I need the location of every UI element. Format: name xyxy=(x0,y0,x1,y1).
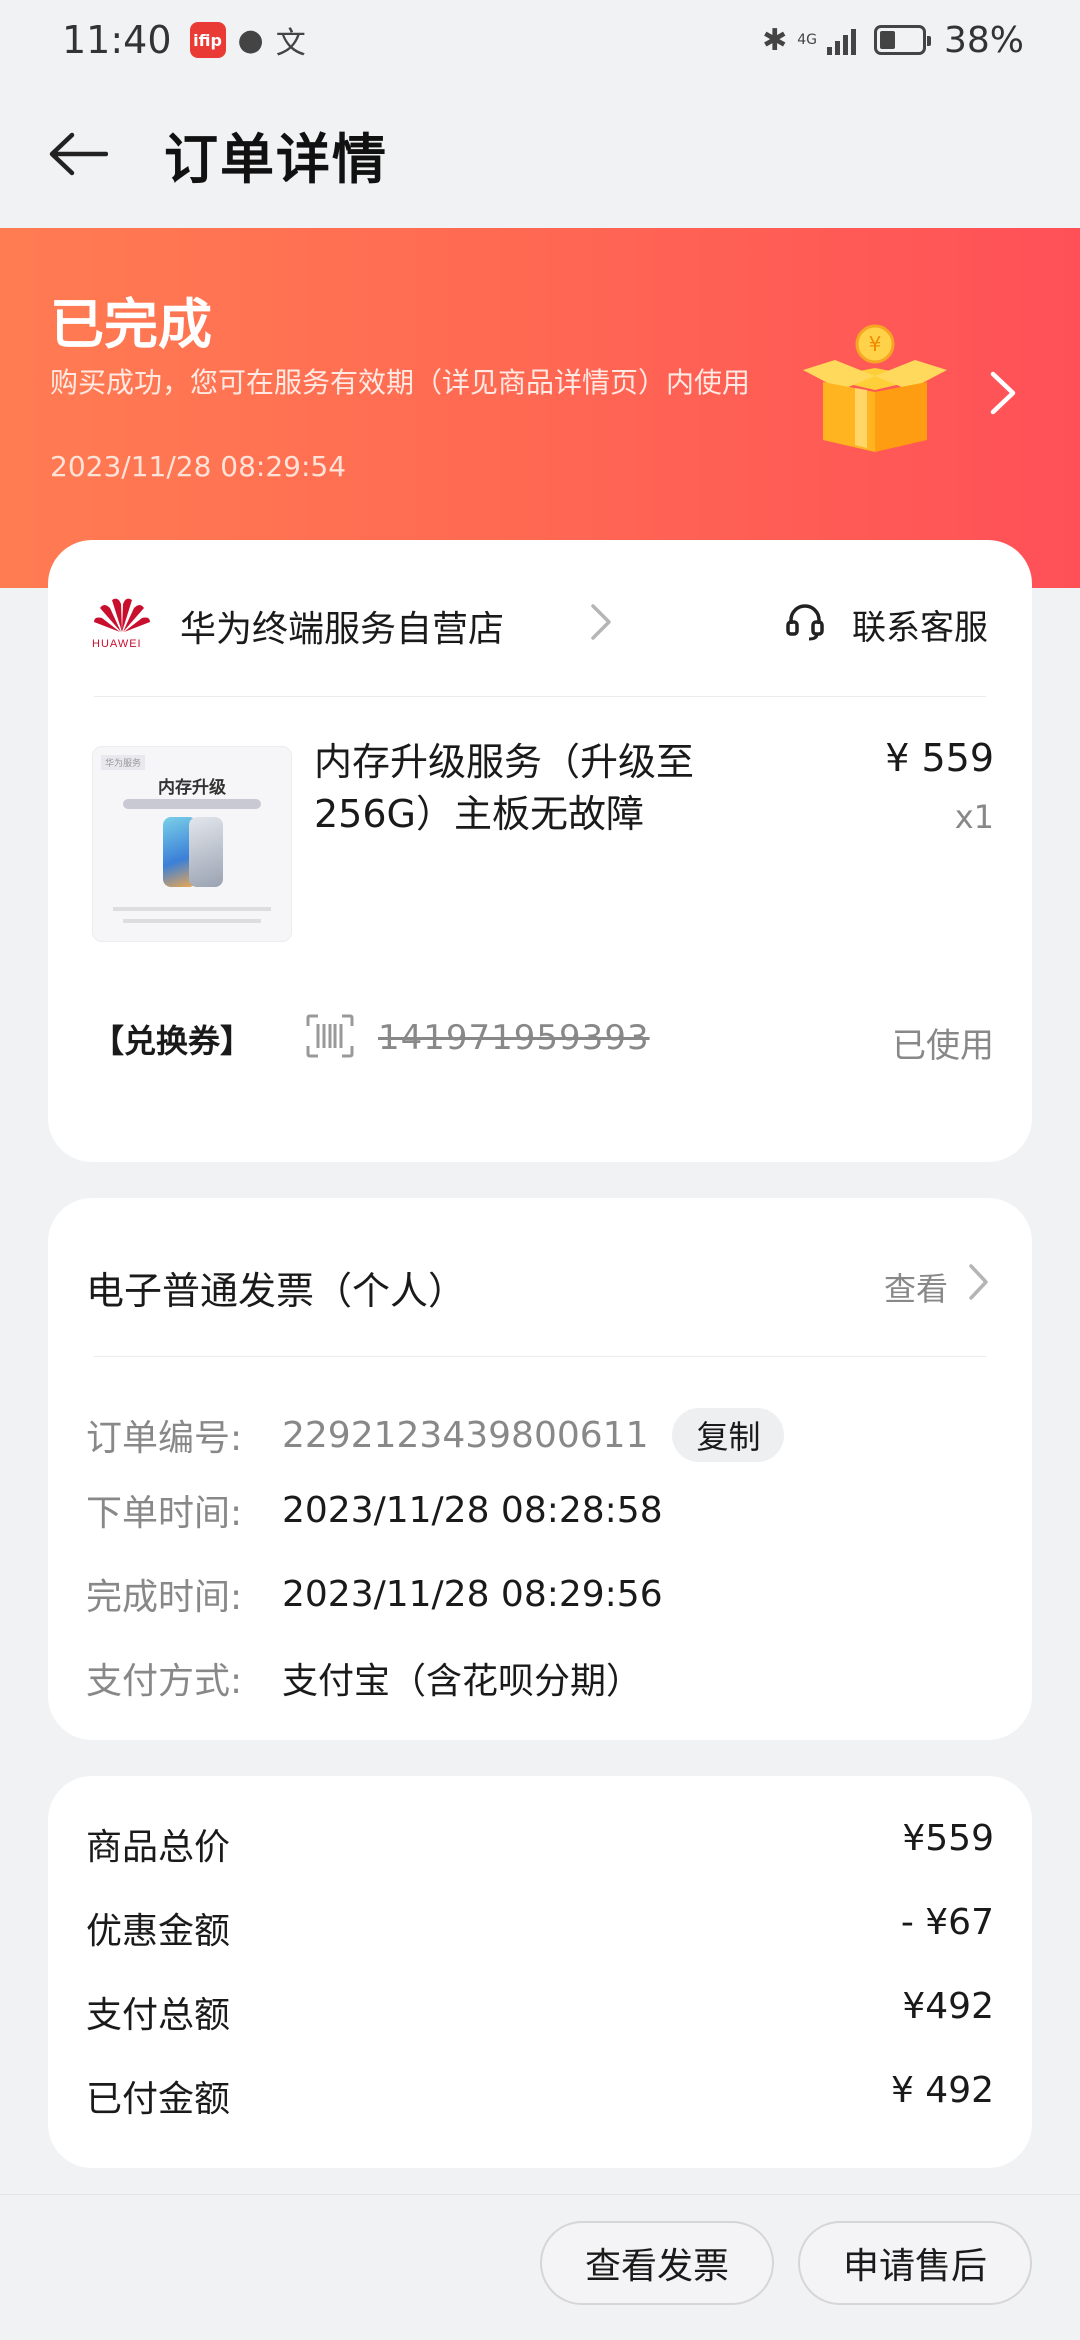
order-number-row: 订单编号: 2292123439800611 复制 xyxy=(86,1408,785,1462)
contact-service-button[interactable]: 联系客服 xyxy=(852,600,988,649)
page-title: 订单详情 xyxy=(164,127,388,191)
price-label: 优惠金额 xyxy=(86,1911,231,1952)
copy-button[interactable]: 复制 xyxy=(672,1408,785,1462)
price-value: ¥ 492 xyxy=(890,2070,994,2111)
chat-bubble-icon: ● xyxy=(237,22,264,58)
product-image-title: 内存升级 xyxy=(158,778,226,798)
order-number-label: 订单编号: xyxy=(86,1418,243,1459)
price-row-total: 商品总价 ¥559 xyxy=(86,1818,994,1870)
order-status-description: 购买成功，您可在服务有效期（详见商品详情页）内使用 xyxy=(50,366,751,399)
voucher-status: 已使用 xyxy=(892,1026,994,1066)
huawei-logo-icon xyxy=(94,598,150,632)
status-time: 11:40 xyxy=(62,18,172,62)
divider xyxy=(94,696,986,697)
store-row: HUAWEI 华为终端服务自营店 联系客服 xyxy=(48,540,1032,696)
gift-box-icon: ¥ xyxy=(803,324,947,452)
product-quantity: x1 xyxy=(954,798,994,836)
order-number-value: 2292123439800611 xyxy=(282,1414,649,1456)
app-notification-icon: ifip xyxy=(189,22,226,58)
chevron-right-icon xyxy=(990,371,1016,415)
invoice-view-link[interactable]: 查看 xyxy=(884,1264,948,1310)
after-sale-button[interactable]: 申请售后 xyxy=(798,2221,1032,2305)
price-row-payable: 支付总额 ¥492 xyxy=(86,1986,994,2038)
headset-icon[interactable] xyxy=(784,600,826,642)
price-value: ¥492 xyxy=(902,1986,994,2027)
notification-icon: 文 xyxy=(275,26,306,61)
complete-time-row: 完成时间: 2023/11/28 08:29:56 xyxy=(86,1568,663,1620)
status-bar: 11:40 ifip ● 文 ✱ 4G 38% xyxy=(0,0,1080,80)
bluetooth-icon: ✱ xyxy=(762,22,788,58)
product-image-tag: 华为服务 xyxy=(101,755,146,770)
battery-fill xyxy=(879,31,895,49)
price-label: 已付金额 xyxy=(86,2079,231,2120)
product-image-subtitle-bar xyxy=(123,799,261,809)
chevron-right-icon[interactable] xyxy=(588,602,614,642)
order-status: 已完成 xyxy=(50,293,212,356)
bottom-action-bar: 查看发票 申请售后 xyxy=(0,2194,1080,2340)
invoice-title: 电子普通发票（个人） xyxy=(86,1269,467,1313)
view-invoice-button[interactable]: 查看发票 xyxy=(540,2221,774,2305)
complete-time-value: 2023/11/28 08:29:56 xyxy=(282,1573,663,1615)
battery-icon xyxy=(873,25,931,55)
payment-method-value: 支付宝（含花呗分期） xyxy=(282,1661,643,1702)
back-button[interactable] xyxy=(46,122,110,186)
price-label: 商品总价 xyxy=(86,1827,231,1868)
payment-method-label: 支付方式: xyxy=(86,1661,243,1702)
price-value: ¥559 xyxy=(902,1818,994,1859)
order-info-card: 电子普通发票（个人） 查看 订单编号: 2292123439800611 复制 … xyxy=(48,1198,1032,1740)
divider xyxy=(94,1356,986,1357)
phone-graphic xyxy=(189,817,223,887)
price-row-paid: 已付金额 ¥ 492 xyxy=(86,2070,994,2122)
status-right: ✱ 4G 38% xyxy=(762,20,1024,61)
price-summary-card: 商品总价 ¥559 优惠金额 - ¥67 支付总额 ¥492 已付金额 ¥ 49… xyxy=(48,1776,1032,2168)
network-type: 4G xyxy=(797,32,817,48)
price-row-discount: 优惠金额 - ¥67 xyxy=(86,1902,994,1954)
chevron-right-icon[interactable] xyxy=(966,1262,990,1302)
product-image-footer xyxy=(113,907,271,911)
store-logo-text: HUAWEI xyxy=(92,638,142,650)
voucher-code: 141971959393 xyxy=(378,1018,650,1058)
order-item-card: HUAWEI 华为终端服务自营店 联系客服 华为服务 内存升级 内存升级服务（升… xyxy=(48,540,1032,1162)
complete-time-label: 完成时间: xyxy=(86,1577,243,1618)
order-time-label: 下单时间: xyxy=(86,1493,243,1534)
coin-symbol: ¥ xyxy=(869,332,882,356)
price-value: - ¥67 xyxy=(900,1902,994,1943)
order-status-banner[interactable]: 已完成 购买成功，您可在服务有效期（详见商品详情页）内使用 2023/11/28… xyxy=(0,228,1080,588)
product-image[interactable]: 华为服务 内存升级 xyxy=(92,746,292,942)
barcode-icon xyxy=(306,1014,354,1058)
order-time-row: 下单时间: 2023/11/28 08:28:58 xyxy=(86,1484,663,1536)
product-image-footer xyxy=(123,919,261,923)
product-price: ¥ 559 xyxy=(885,736,994,780)
battery-percent: 38% xyxy=(943,19,1024,61)
voucher-label: 【兑换券】 xyxy=(92,1022,253,1060)
signal-icon xyxy=(826,25,856,55)
order-status-time: 2023/11/28 08:29:54 xyxy=(50,450,347,483)
order-time-value: 2023/11/28 08:28:58 xyxy=(282,1489,663,1531)
payment-method-row: 支付方式: 支付宝（含花呗分期） xyxy=(86,1652,642,1704)
app-header: 订单详情 xyxy=(0,80,1080,228)
product-name[interactable]: 内存升级服务（升级至256G）主板无故障 xyxy=(314,736,804,840)
back-arrow-icon xyxy=(49,132,108,176)
store-name[interactable]: 华为终端服务自营店 xyxy=(180,600,504,652)
price-label: 支付总额 xyxy=(86,1995,231,2036)
